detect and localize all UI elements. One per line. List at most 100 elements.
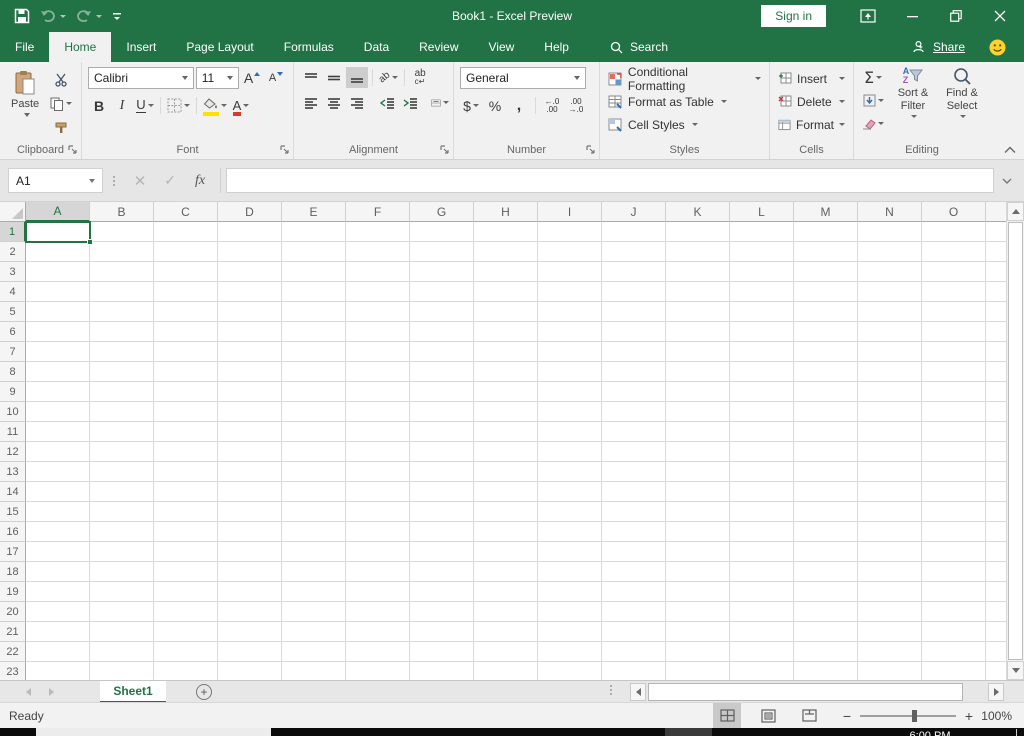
- cell[interactable]: [922, 402, 986, 422]
- cell[interactable]: [474, 562, 538, 582]
- cell[interactable]: [602, 502, 666, 522]
- cell[interactable]: [410, 602, 474, 622]
- cell[interactable]: [730, 262, 794, 282]
- cell[interactable]: [794, 602, 858, 622]
- row-header-13[interactable]: 13: [0, 462, 26, 482]
- tab-view[interactable]: View: [474, 32, 530, 62]
- horizontal-scrollbar-thumb[interactable]: [648, 683, 963, 701]
- cell[interactable]: [26, 502, 90, 522]
- cell[interactable]: [858, 222, 922, 242]
- row-header-11[interactable]: 11: [0, 422, 26, 442]
- cell[interactable]: [410, 382, 474, 402]
- cell[interactable]: [26, 462, 90, 482]
- cell[interactable]: [282, 442, 346, 462]
- cell[interactable]: [794, 362, 858, 382]
- cell[interactable]: [410, 422, 474, 442]
- new-sheet-button[interactable]: +: [196, 684, 212, 700]
- cell[interactable]: [730, 382, 794, 402]
- cell[interactable]: [666, 242, 730, 262]
- cell[interactable]: [922, 222, 986, 242]
- cell[interactable]: [282, 602, 346, 622]
- cell[interactable]: [346, 322, 410, 342]
- sort-filter-button[interactable]: AZ Sort & Filter: [890, 67, 936, 140]
- cell[interactable]: [666, 662, 730, 680]
- cell[interactable]: [26, 302, 90, 322]
- cell[interactable]: [858, 262, 922, 282]
- cell[interactable]: [602, 642, 666, 662]
- conditional-formatting-button[interactable]: Conditional Formatting: [606, 67, 763, 90]
- cell[interactable]: [154, 602, 218, 622]
- minimize-button[interactable]: [890, 0, 934, 32]
- row-header-22[interactable]: 22: [0, 642, 26, 662]
- font-size-select[interactable]: 11: [196, 67, 239, 89]
- column-header-partial[interactable]: [986, 202, 1006, 222]
- cell[interactable]: [218, 362, 282, 382]
- cell-styles-button[interactable]: Cell Styles: [606, 113, 763, 136]
- cell[interactable]: [794, 242, 858, 262]
- cell[interactable]: [346, 482, 410, 502]
- cell[interactable]: [602, 282, 666, 302]
- cell[interactable]: [282, 502, 346, 522]
- row-header-19[interactable]: 19: [0, 582, 26, 602]
- cell[interactable]: [666, 282, 730, 302]
- cell[interactable]: [730, 242, 794, 262]
- collapse-ribbon-button[interactable]: [1004, 146, 1016, 154]
- row-header-15[interactable]: 15: [0, 502, 26, 522]
- cell[interactable]: [666, 442, 730, 462]
- cell[interactable]: [666, 262, 730, 282]
- cell[interactable]: [858, 522, 922, 542]
- cell[interactable]: [90, 222, 154, 242]
- cell[interactable]: [282, 622, 346, 642]
- cell[interactable]: [730, 662, 794, 680]
- cell[interactable]: [858, 322, 922, 342]
- previous-sheet-button[interactable]: [26, 688, 31, 696]
- cell[interactable]: [474, 462, 538, 482]
- cell[interactable]: [90, 582, 154, 602]
- row-header-8[interactable]: 8: [0, 362, 26, 382]
- cell[interactable]: [602, 302, 666, 322]
- cell[interactable]: [538, 662, 602, 680]
- cell[interactable]: [346, 422, 410, 442]
- cell[interactable]: [922, 482, 986, 502]
- cell[interactable]: [282, 262, 346, 282]
- cell[interactable]: [346, 442, 410, 462]
- cell[interactable]: [730, 542, 794, 562]
- cell[interactable]: [90, 542, 154, 562]
- search-box[interactable]: Search: [610, 32, 668, 62]
- column-header-B[interactable]: B: [90, 202, 154, 222]
- clear-button[interactable]: [860, 113, 886, 134]
- cell[interactable]: [90, 282, 154, 302]
- cell[interactable]: [538, 622, 602, 642]
- cell[interactable]: [986, 502, 1006, 522]
- cell[interactable]: [90, 422, 154, 442]
- cell[interactable]: [218, 462, 282, 482]
- format-cells-button[interactable]: Format: [776, 113, 847, 136]
- cell[interactable]: [922, 642, 986, 662]
- cell[interactable]: [474, 422, 538, 442]
- tab-data[interactable]: Data: [349, 32, 404, 62]
- cell[interactable]: [538, 322, 602, 342]
- cell[interactable]: [986, 262, 1006, 282]
- cell[interactable]: [602, 562, 666, 582]
- format-painter-button[interactable]: [48, 117, 74, 138]
- cell[interactable]: [218, 562, 282, 582]
- row-header-3[interactable]: 3: [0, 262, 26, 282]
- middle-align-button[interactable]: [323, 67, 345, 88]
- cell[interactable]: [730, 482, 794, 502]
- cell[interactable]: [218, 422, 282, 442]
- number-format-select[interactable]: General: [460, 67, 586, 89]
- cell[interactable]: [346, 582, 410, 602]
- underline-button[interactable]: U: [134, 95, 156, 116]
- cell[interactable]: [26, 522, 90, 542]
- cell[interactable]: [666, 362, 730, 382]
- cell[interactable]: [730, 462, 794, 482]
- cell[interactable]: [986, 362, 1006, 382]
- row-header-10[interactable]: 10: [0, 402, 26, 422]
- tab-insert[interactable]: Insert: [111, 32, 171, 62]
- cell[interactable]: [730, 522, 794, 542]
- cell[interactable]: [282, 462, 346, 482]
- sign-in-button[interactable]: Sign in: [761, 5, 826, 27]
- cell[interactable]: [346, 362, 410, 382]
- cell[interactable]: [90, 302, 154, 322]
- cell[interactable]: [730, 222, 794, 242]
